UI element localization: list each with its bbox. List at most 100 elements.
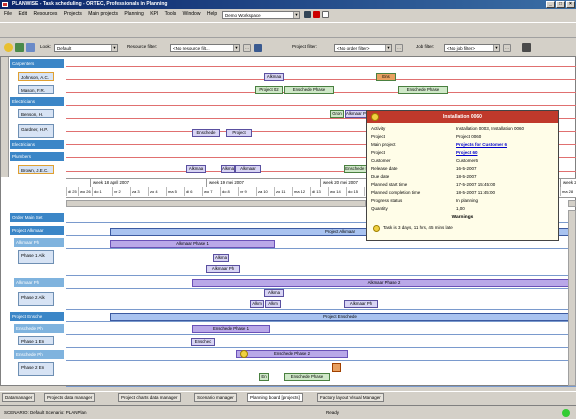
phase-bar[interactable]: Enschede Phase 2	[236, 350, 348, 358]
resource-filter-label: Resource filter:	[127, 44, 158, 49]
look-value: Default	[57, 46, 72, 51]
menu-window[interactable]: Window	[183, 11, 201, 17]
task-bar[interactable]: Alkm	[250, 300, 264, 308]
phase-2-alk[interactable]: Phase 2 Alk	[18, 292, 54, 306]
tab-scenario-manager[interactable]: Scenario manager	[194, 393, 237, 402]
day-label: ma 12	[292, 187, 306, 196]
phase-bar[interactable]: Alkmaar Phase 1	[110, 240, 275, 248]
task-bar[interactable]: Alkmaa	[186, 165, 206, 173]
menu-file[interactable]: File	[4, 11, 12, 17]
project-link[interactable]: Project 60	[456, 149, 478, 156]
tab-projects-data-manager[interactable]: Projects data manager	[44, 393, 96, 402]
tooltip-value: 16-5-2007	[456, 166, 477, 171]
resource-group-carpenters[interactable]: Carpenters	[10, 59, 64, 68]
task-bar[interactable]: Gron	[330, 110, 344, 118]
phase-1-en[interactable]: Phase 1 En	[18, 336, 54, 345]
grid-line	[66, 360, 576, 361]
window-title-bar: PLANWISE - Task scheduling - ORTEC, Prof…	[0, 0, 576, 9]
project-enschede[interactable]: Project Ensche	[10, 312, 64, 321]
phase-bar[interactable]: Alkmaar Phase 2	[192, 279, 576, 287]
scroll-right-button[interactable]	[568, 200, 576, 207]
task-bar[interactable]: Ens	[376, 73, 396, 81]
task-bar[interactable]: Enschede Phase	[284, 373, 330, 381]
menu-tools[interactable]: Tools	[165, 11, 177, 17]
grid-line	[66, 275, 576, 276]
tooltip-key: Activity	[371, 126, 386, 131]
grid-icon[interactable]	[15, 43, 24, 52]
tooltip-value: Project 0060	[456, 134, 482, 139]
project-filter-select[interactable]: <No order filter> ▼	[334, 44, 392, 52]
grid-line	[66, 334, 576, 335]
ellipsis-button[interactable]: …	[243, 44, 251, 52]
new-icon[interactable]	[322, 11, 329, 18]
week-label: week 22	[560, 179, 576, 187]
menu-planning[interactable]: Planning	[124, 11, 143, 17]
menu-resources[interactable]: Resources	[33, 11, 57, 17]
project-bar-enschede[interactable]: Project Enschede	[110, 313, 570, 321]
maximize-button[interactable]: □	[556, 1, 565, 8]
printer-icon[interactable]	[522, 43, 531, 52]
resource-mason[interactable]: Mason, F.R.	[18, 85, 54, 94]
resource-group-electricians-2[interactable]: Electricians	[10, 140, 64, 149]
resource-gardner[interactable]: Gardner, H.P.	[18, 124, 54, 138]
horizontal-scrollbar[interactable]	[66, 200, 366, 207]
task-tooltip: Installation 0060 Activity Installation …	[366, 110, 559, 241]
task-bar[interactable]: Alkma	[213, 254, 229, 262]
tab-project-charts-data-manager[interactable]: Project charts data manager	[118, 393, 181, 402]
main-project-link[interactable]: Projects for Customer 6	[456, 141, 507, 148]
task-bar[interactable]: Enschede Phase	[284, 86, 334, 94]
task-bar[interactable]: Alkma	[264, 289, 284, 297]
task-bar[interactable]: Alkm	[265, 300, 281, 308]
tab-datamanager[interactable]: Datamanager	[2, 393, 36, 402]
task-bar[interactable]: Alkmaar	[235, 165, 261, 173]
clock-icon[interactable]	[4, 43, 13, 52]
task-bar[interactable]: Enschec	[191, 338, 215, 346]
ellipsis-button[interactable]: …	[503, 44, 511, 52]
resource-filter-select[interactable]: <No resource filt... ▼	[170, 44, 240, 52]
tooltip-key: Project	[371, 134, 386, 139]
task-bar[interactable]: Enschede	[192, 129, 220, 137]
filter-icon[interactable]	[254, 44, 262, 52]
task-bar[interactable]: Alkmaar Ph	[206, 265, 240, 273]
phase-1-alk[interactable]: Phase 1 Alk	[18, 250, 54, 264]
save-icon[interactable]	[304, 11, 311, 18]
phase-alkmaar-1[interactable]: Alkmaar Ph	[14, 238, 64, 247]
tooltip-key: Due date	[371, 174, 390, 179]
project-group-order[interactable]: Order Main Set	[10, 213, 64, 222]
task-bar[interactable]: En	[259, 373, 269, 381]
tooltip-key: Release date	[371, 166, 398, 171]
menu-edit[interactable]: Edit	[18, 11, 27, 17]
workspace-select[interactable]: Demo Workspace ▼	[222, 11, 300, 19]
task-bar[interactable]: Project	[226, 129, 252, 137]
minimize-button[interactable]: _	[546, 1, 555, 8]
resource-group-electricians[interactable]: Electricians	[10, 97, 64, 106]
project-alkmaar[interactable]: Project Alkmaar	[10, 226, 64, 235]
task-bar[interactable]: Alkmaa	[264, 73, 284, 81]
resource-group-plumbers[interactable]: Plumbers	[10, 152, 64, 161]
task-bar[interactable]: Project 02	[255, 86, 283, 94]
resource-johnson[interactable]: Johnson, A.C.	[18, 72, 54, 81]
menu-help[interactable]: Help	[207, 11, 217, 17]
tab-factory-layout-visual-manager[interactable]: Factory layout Visual Manager	[317, 393, 384, 402]
task-bar[interactable]: Alkma	[221, 165, 235, 173]
phase-alkmaar-2[interactable]: Alkmaar Ph	[14, 278, 64, 287]
resource-brown[interactable]: Brown, J.E.C.	[18, 165, 54, 174]
job-filter-select[interactable]: <No job filter> ▼	[444, 44, 500, 52]
look-select[interactable]: Default ▼	[54, 44, 118, 52]
phase-enschede-2[interactable]: Enschede Ph	[14, 350, 64, 359]
tab-planning-board-projects[interactable]: Planning board [projects]	[247, 393, 303, 402]
task-bar[interactable]: Enschede Phase	[398, 86, 448, 94]
menu-main-projects[interactable]: Main projects	[88, 11, 118, 17]
resource-benson[interactable]: Benson, H.	[18, 109, 54, 118]
chart-icon[interactable]	[26, 43, 35, 52]
close-button[interactable]: ×	[566, 1, 575, 8]
task-bar[interactable]: Alkmaar Ph	[344, 300, 378, 308]
menu-projects[interactable]: Projects	[64, 11, 82, 17]
ellipsis-button[interactable]: …	[395, 44, 403, 52]
phase-enschede-1[interactable]: Enschede Ph	[14, 324, 64, 333]
phase-bar[interactable]: Enschede Phase 1	[192, 325, 270, 333]
menu-kpi[interactable]: KPI	[150, 11, 158, 17]
vertical-scrollbar[interactable]	[568, 210, 576, 386]
phase-2-en[interactable]: Phase 2 En	[18, 362, 54, 376]
delete-icon[interactable]	[313, 11, 320, 18]
